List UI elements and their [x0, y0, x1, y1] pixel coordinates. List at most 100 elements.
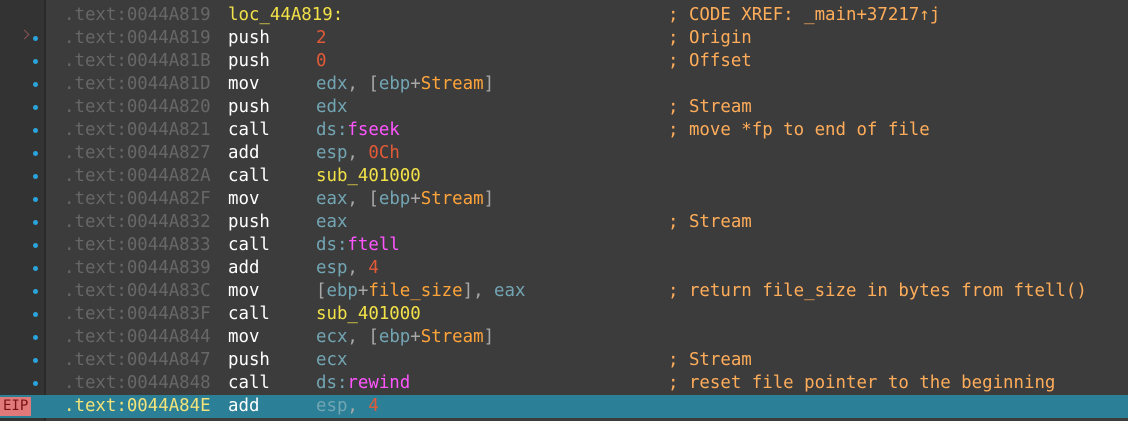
register[interactable]: ebp: [379, 189, 410, 209]
mnemonic[interactable]: push: [228, 96, 270, 119]
import-ref[interactable]: fseek: [347, 120, 399, 140]
mnemonic[interactable]: push: [228, 349, 270, 372]
register[interactable]: esp: [316, 143, 347, 163]
mnemonic[interactable]: call: [228, 303, 270, 326]
operands[interactable]: [ebp+file_size], eax: [316, 280, 525, 303]
operands[interactable]: esp, 0Ch: [316, 142, 400, 165]
register[interactable]: edx: [316, 74, 347, 94]
address[interactable]: .text:0044A819: [64, 4, 211, 27]
immediate-value[interactable]: 0Ch: [368, 143, 399, 163]
breakpoint-dot-icon[interactable]: [33, 335, 38, 340]
breakpoint-dot-icon[interactable]: [33, 105, 38, 110]
immediate-value[interactable]: 4: [368, 258, 378, 278]
disasm-row[interactable]: .text:0044A821 call ds:fseek ; move *fp to …: [0, 119, 1128, 142]
breakpoint-dot-icon[interactable]: [33, 197, 38, 202]
disasm-row[interactable]: .text:0044A847 push ecx ; Stream: [0, 349, 1128, 372]
disasm-row[interactable]: .text:0044A819 push 2 ; Origin: [0, 27, 1128, 50]
immediate-value[interactable]: 0: [316, 51, 326, 71]
breakpoint-dot-icon[interactable]: [33, 312, 38, 317]
mnemonic[interactable]: push: [228, 50, 270, 73]
register[interactable]: ecx: [316, 327, 347, 347]
address[interactable]: .text:0044A827: [64, 142, 211, 165]
register[interactable]: ecx: [316, 350, 347, 370]
disasm-row[interactable]: .text:0044A819 loc_44A819: ; CODE XREF: _m…: [0, 4, 1128, 27]
mnemonic[interactable]: push: [228, 27, 270, 50]
operands[interactable]: ds:fseek: [316, 119, 400, 142]
mnemonic[interactable]: add: [228, 142, 259, 165]
mnemonic[interactable]: push: [228, 211, 270, 234]
address[interactable]: .text:0044A819: [64, 27, 211, 50]
breakpoint-dot-icon[interactable]: [33, 128, 38, 133]
operands[interactable]: edx: [316, 96, 347, 119]
operands[interactable]: ds:rewind: [316, 372, 410, 395]
breakpoint-dot-icon[interactable]: [33, 59, 38, 64]
mnemonic[interactable]: add: [228, 395, 259, 418]
address[interactable]: .text:0044A821: [64, 119, 211, 142]
breakpoint-dot-icon[interactable]: [33, 266, 38, 271]
register[interactable]: esp: [316, 396, 347, 416]
register[interactable]: esp: [316, 258, 347, 278]
segment-prefix[interactable]: ds:: [316, 120, 347, 140]
function-ref[interactable]: sub_401000: [316, 166, 421, 186]
segment-prefix[interactable]: ds:: [316, 235, 347, 255]
mnemonic[interactable]: mov: [228, 280, 259, 303]
breakpoint-dot-icon[interactable]: [33, 174, 38, 179]
disasm-row[interactable]: .text:0044A848 call ds:rewind ; reset file …: [0, 372, 1128, 395]
breakpoint-dot-icon[interactable]: [33, 151, 38, 156]
register[interactable]: ebp: [379, 74, 410, 94]
operands[interactable]: ecx, [ebp+Stream]: [316, 326, 494, 349]
disasm-row[interactable]: .text:0044A82A call sub_401000: [0, 165, 1128, 188]
code-label[interactable]: loc_44A819:: [228, 4, 343, 27]
disasm-row[interactable]: .text:0044A832 push eax ; Stream: [0, 211, 1128, 234]
register[interactable]: ebp: [379, 327, 410, 347]
disasm-row[interactable]: .text:0044A844 mov ecx, [ebp+Stream]: [0, 326, 1128, 349]
operands[interactable]: ds:ftell: [316, 234, 400, 257]
import-ref[interactable]: ftell: [347, 235, 399, 255]
stack-variable[interactable]: Stream: [421, 74, 484, 94]
immediate-value[interactable]: 4: [368, 396, 378, 416]
register[interactable]: eax: [494, 281, 525, 301]
disasm-row[interactable]: .text:0044A827 add esp, 0Ch: [0, 142, 1128, 165]
breakpoint-dot-icon[interactable]: [33, 358, 38, 363]
function-ref[interactable]: sub_401000: [316, 304, 421, 324]
disasm-row[interactable]: .text:0044A833 call ds:ftell: [0, 234, 1128, 257]
disasm-row[interactable]: .text:0044A81D mov edx, [ebp+Stream]: [0, 73, 1128, 96]
disasm-row[interactable]: .text:0044A839 add esp, 4: [0, 257, 1128, 280]
operands[interactable]: sub_401000: [316, 303, 421, 326]
breakpoint-dot-icon[interactable]: [33, 220, 38, 225]
address[interactable]: .text:0044A82F: [64, 188, 211, 211]
breakpoint-dot-icon[interactable]: [33, 289, 38, 294]
address[interactable]: .text:0044A81B: [64, 50, 211, 73]
mnemonic[interactable]: call: [228, 119, 270, 142]
address[interactable]: .text:0044A83C: [64, 280, 211, 303]
operands[interactable]: esp, 4: [316, 257, 379, 280]
operands[interactable]: esp, 4: [316, 395, 379, 418]
mnemonic[interactable]: add: [228, 257, 259, 280]
mnemonic[interactable]: mov: [228, 188, 259, 211]
breakpoint-dot-icon[interactable]: [33, 243, 38, 248]
register[interactable]: edx: [316, 97, 347, 117]
register[interactable]: eax: [316, 212, 347, 232]
address[interactable]: .text:0044A848: [64, 372, 211, 395]
register[interactable]: eax: [316, 189, 347, 209]
disassembly-view[interactable]: .text:0044A819 loc_44A819: ; CODE XREF: _m…: [0, 0, 1128, 421]
address[interactable]: .text:0044A839: [64, 257, 211, 280]
mnemonic[interactable]: mov: [228, 326, 259, 349]
stack-variable[interactable]: Stream: [421, 189, 484, 209]
segment-prefix[interactable]: ds:: [316, 373, 347, 393]
operands[interactable]: edx, [ebp+Stream]: [316, 73, 494, 96]
operands[interactable]: ecx: [316, 349, 347, 372]
operands[interactable]: sub_401000: [316, 165, 421, 188]
breakpoint-dot-icon[interactable]: [33, 82, 38, 87]
address[interactable]: .text:0044A847: [64, 349, 211, 372]
mnemonic[interactable]: call: [228, 234, 270, 257]
operands[interactable]: eax: [316, 211, 347, 234]
disasm-row[interactable]: .text:0044A81B push 0 ; Offset: [0, 50, 1128, 73]
stack-variable[interactable]: file_size: [368, 281, 462, 301]
address[interactable]: .text:0044A820: [64, 96, 211, 119]
operands[interactable]: 0: [316, 50, 326, 73]
address[interactable]: .text:0044A832: [64, 211, 211, 234]
disasm-row[interactable]: .text:0044A83C mov [ebp+file_size], eax ; r…: [0, 280, 1128, 303]
address[interactable]: .text:0044A833: [64, 234, 211, 257]
address[interactable]: .text:0044A83F: [64, 303, 211, 326]
